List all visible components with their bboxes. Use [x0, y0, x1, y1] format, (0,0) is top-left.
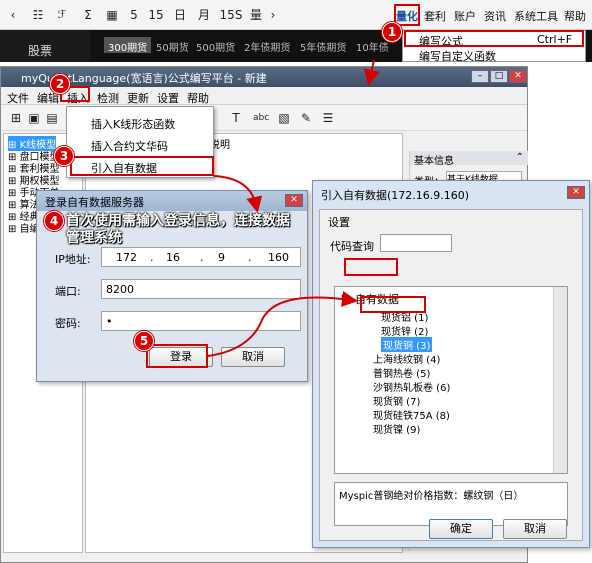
step-badge-3: 3: [54, 146, 74, 166]
step-badge-1: 1: [382, 22, 402, 42]
annotation-arrows: [207, 59, 380, 357]
step-badge-2: 2: [50, 74, 70, 94]
step-badge-4: 4: [44, 211, 64, 231]
step-badge-5: 5: [134, 331, 154, 351]
